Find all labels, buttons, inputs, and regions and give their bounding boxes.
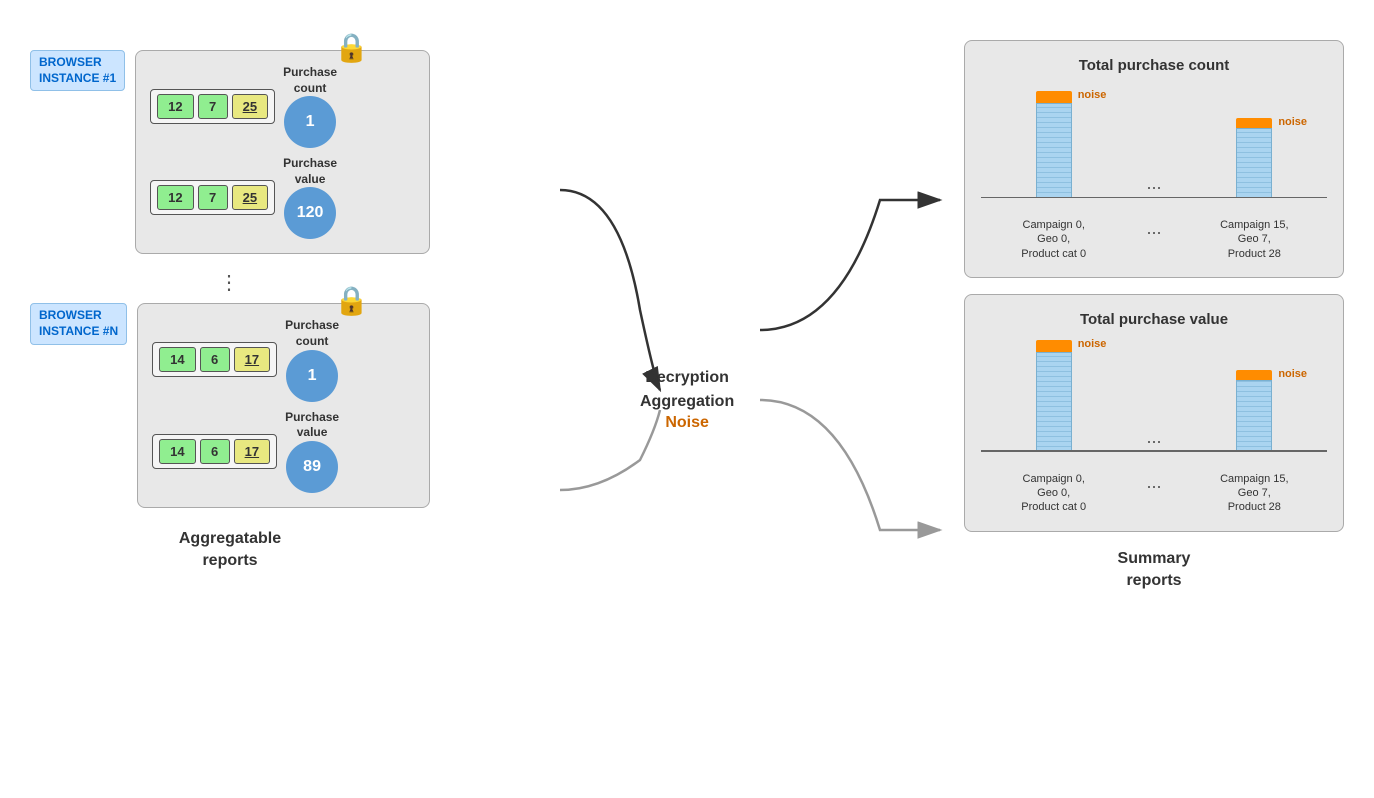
- chart-box-2: Total purchase value noise ... noise: [964, 294, 1344, 532]
- chart-box-1: Total purchase count noise ... noise: [964, 40, 1344, 278]
- key-val-4: 12: [157, 185, 193, 210]
- chart2-noise1-label: noise: [1078, 338, 1107, 350]
- chart2-baseline: [981, 450, 1327, 452]
- key-val-n2: 6: [200, 347, 230, 372]
- browser-instance-n-label: BROWSER INSTANCE #N: [30, 303, 127, 344]
- chart2-bar-1: [1036, 352, 1072, 452]
- chart1-noise2-label: noise: [1278, 116, 1307, 128]
- purchase-count-bubble-1: 1: [284, 96, 336, 148]
- chart1-noise1-label: noise: [1078, 89, 1107, 101]
- chart2-dots: ...: [1116, 427, 1191, 452]
- key-val-3: 25: [232, 94, 268, 119]
- chart2-title: Total purchase value: [981, 311, 1327, 328]
- lock-icon-n: 🔒: [334, 284, 369, 317]
- report-box-n: 🔒 14 6 17 Purchasecount 1 1: [137, 303, 430, 507]
- browser-instance-1-label: BROWSER INSTANCE #1: [30, 50, 125, 91]
- chart1-label-1: Campaign 0, Geo 0, Product cat 0: [991, 218, 1116, 261]
- chart2-noise-cap-2: [1236, 370, 1272, 380]
- purchase-value-bubble-1: 120: [284, 187, 336, 239]
- purchase-count-bubble-n: 1: [286, 350, 338, 402]
- key-val-2: 7: [198, 94, 228, 119]
- chart1-label-2: Campaign 15, Geo 7, Product 28: [1192, 218, 1317, 261]
- decryption-label: Decryption: [640, 366, 734, 390]
- chart2-dots-label: ...: [1116, 472, 1191, 515]
- chart2-noise-cap-1: [1036, 340, 1072, 352]
- key-val-6: 25: [232, 185, 268, 210]
- chart2-bar-2: [1236, 380, 1272, 452]
- key-val-n5: 6: [200, 439, 230, 464]
- chart2-label-1: Campaign 0, Geo 0, Product cat 0: [991, 472, 1116, 515]
- dots-separator: ⋮: [30, 270, 430, 295]
- chart2-label-2: Campaign 15, Geo 7, Product 28: [1192, 472, 1317, 515]
- aggregation-label: Aggregation: [640, 390, 734, 414]
- key-val-1: 12: [157, 94, 193, 119]
- purchase-value-bubble-n: 89: [286, 441, 338, 493]
- chart1-noise-cap-1: [1036, 91, 1072, 103]
- aggregatable-reports-label: Aggregatable reports: [30, 528, 430, 573]
- chart1-bar-2: [1236, 128, 1272, 198]
- middle-section: Decryption Aggregation Noise: [640, 366, 734, 432]
- noise-label: Noise: [640, 414, 734, 432]
- chart1-title: Total purchase count: [981, 57, 1327, 74]
- right-section: Total purchase count noise ... noise: [964, 40, 1344, 593]
- chart1-bar-1: [1036, 103, 1072, 198]
- lock-icon-1: 🔒: [334, 31, 369, 64]
- key-val-n1: 14: [159, 347, 195, 372]
- key-val-5: 7: [198, 185, 228, 210]
- key-val-n3: 17: [234, 347, 270, 372]
- chart1-dots: ...: [1116, 173, 1191, 198]
- chart2-noise2-label: noise: [1278, 368, 1307, 380]
- chart1-noise-cap-2: [1236, 118, 1272, 128]
- left-section: BROWSER INSTANCE #1 🔒 12 7 25 Purchaseco…: [30, 50, 430, 573]
- key-val-n6: 17: [234, 439, 270, 464]
- report-box-1: 🔒 12 7 25 Purchasecount 1: [135, 50, 430, 254]
- chart1-dots-label: ...: [1116, 218, 1191, 261]
- chart1-baseline: [981, 197, 1327, 199]
- summary-reports-label: Summary reports: [964, 548, 1344, 593]
- key-val-n4: 14: [159, 439, 195, 464]
